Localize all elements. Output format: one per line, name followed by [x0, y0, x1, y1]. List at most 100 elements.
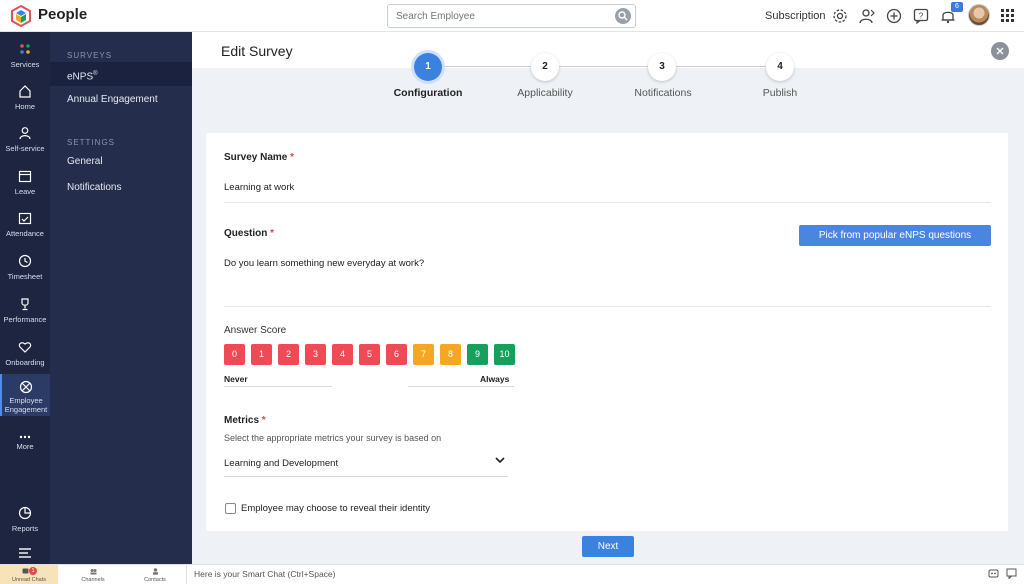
- rail-item-timesheet[interactable]: Timesheet: [0, 248, 50, 288]
- menu-toggle[interactable]: [0, 540, 50, 564]
- clock-icon: [18, 254, 32, 268]
- step-4-circle[interactable]: 4: [766, 53, 794, 81]
- step-4-label[interactable]: Publish: [720, 87, 840, 99]
- stepper-connector: [442, 66, 532, 67]
- rail-label: Timesheet: [7, 272, 43, 281]
- subnav-item-notifications[interactable]: Notifications: [50, 176, 192, 200]
- survey-name-field[interactable]: Learning at work: [224, 182, 294, 193]
- subnav-item-annual-engagement[interactable]: Annual Engagement: [50, 88, 192, 112]
- step-1-label[interactable]: Configuration: [368, 87, 488, 99]
- score-1: 1: [251, 344, 272, 365]
- score-3: 3: [305, 344, 326, 365]
- tab-label: Unread Chats: [12, 577, 46, 583]
- always-caption: Always: [480, 374, 510, 384]
- rail-item-employee-engagement[interactable]: Employee Engagement: [0, 374, 50, 416]
- reveal-identity-label[interactable]: Employee may choose to reveal their iden…: [241, 503, 430, 514]
- user-switch-icon[interactable]: [859, 8, 875, 24]
- left-rail: Services Home Self-service Leave Attenda…: [0, 32, 50, 564]
- apps-grid-icon[interactable]: [1001, 9, 1015, 23]
- search-icon[interactable]: [615, 8, 631, 24]
- chevron-down-icon[interactable]: [495, 456, 505, 464]
- top-bar: People Subscription ? 6: [0, 0, 1024, 32]
- rail-item-more[interactable]: More: [0, 424, 50, 464]
- rail-item-services[interactable]: Services: [0, 36, 50, 76]
- step-2-circle[interactable]: 2: [531, 53, 559, 81]
- score-10: 10: [494, 344, 515, 365]
- rail-item-reports[interactable]: Reports: [0, 500, 50, 540]
- rail-label: Employee Engagement: [4, 396, 48, 414]
- answer-score-label: Answer Score: [224, 325, 287, 336]
- select-underline: [224, 476, 508, 477]
- page-header: [192, 32, 1024, 68]
- rail-label: Reports: [11, 524, 39, 533]
- search-input[interactable]: [388, 5, 598, 27]
- metrics-hint: Select the appropriate metrics your surv…: [224, 433, 442, 443]
- home-icon: [19, 85, 31, 98]
- person-icon: [19, 127, 31, 140]
- rail-item-attendance[interactable]: Attendance: [0, 205, 50, 245]
- pick-popular-questions-button[interactable]: Pick from popular eNPS questions: [799, 225, 991, 246]
- rail-item-onboarding[interactable]: Onboarding: [0, 334, 50, 374]
- metrics-select[interactable]: Learning and Development: [224, 458, 338, 469]
- unread-chats-tab[interactable]: 1 Unread Chats: [0, 565, 58, 584]
- rail-item-performance[interactable]: Performance: [0, 291, 50, 331]
- score-2: 2: [278, 344, 299, 365]
- calendar-icon: [18, 170, 32, 183]
- page-title: Edit Survey: [221, 43, 293, 59]
- step-2-label[interactable]: Applicability: [485, 87, 605, 99]
- settings-icon[interactable]: [832, 8, 848, 24]
- contacts-tab[interactable]: Contacts: [124, 565, 186, 584]
- sub-navigation: SURVEYS eNPS® Annual Engagement SETTINGS…: [50, 32, 192, 564]
- never-caption: Never: [224, 374, 248, 384]
- help-icon[interactable]: ?: [913, 8, 929, 24]
- trophy-icon: [21, 298, 29, 311]
- user-avatar[interactable]: [968, 4, 990, 26]
- bot-icon[interactable]: [988, 568, 999, 579]
- rail-label: Onboarding: [5, 358, 45, 367]
- rail-label: Self-service: [5, 144, 45, 153]
- step-3-circle[interactable]: 3: [648, 53, 676, 81]
- rail-item-leave[interactable]: Leave: [0, 163, 50, 203]
- smart-chat-input[interactable]: Here is your Smart Chat (Ctrl+Space): [186, 564, 976, 584]
- hamburger-icon: [19, 548, 31, 558]
- attendance-icon: [18, 212, 32, 225]
- reports-icon: [18, 506, 32, 520]
- reveal-identity-checkbox[interactable]: [225, 503, 236, 514]
- rail-item-home[interactable]: Home: [0, 78, 50, 118]
- question-field[interactable]: Do you learn something new everyday at w…: [224, 258, 424, 269]
- app-brand: People: [38, 6, 88, 23]
- subnav-item-general[interactable]: General: [50, 150, 192, 174]
- subscription-link[interactable]: Subscription: [765, 10, 826, 22]
- unread-count-badge: 1: [29, 567, 37, 575]
- channels-tab[interactable]: Channels: [62, 565, 124, 584]
- subnav-item-enps[interactable]: eNPS®: [50, 62, 192, 86]
- subnav-label: Notifications: [67, 182, 122, 193]
- rail-item-self-service[interactable]: Self-service: [0, 120, 50, 160]
- section-heading-settings: SETTINGS: [67, 138, 116, 147]
- services-icon: [20, 44, 30, 54]
- message-icon[interactable]: [1006, 568, 1017, 579]
- survey-name-label: Survey Name *: [224, 152, 295, 163]
- score-8: 8: [440, 344, 461, 365]
- channels-icon: [90, 569, 97, 575]
- next-button[interactable]: Next: [582, 536, 634, 557]
- contacts-icon: [153, 568, 158, 575]
- tab-label: Channels: [81, 577, 105, 583]
- step-1-circle[interactable]: 1: [414, 53, 442, 81]
- engagement-icon: [19, 380, 33, 394]
- score-7: 7: [413, 344, 434, 365]
- stepper-connector: [676, 66, 766, 67]
- search-box: [387, 4, 636, 28]
- survey-form-card: [206, 133, 1008, 531]
- rail-label: Leave: [14, 187, 36, 196]
- people-logo-icon[interactable]: [10, 5, 32, 27]
- step-3-label[interactable]: Notifications: [603, 87, 723, 99]
- rail-label: Performance: [3, 315, 47, 324]
- close-icon[interactable]: [991, 42, 1009, 60]
- rail-label: Services: [10, 60, 40, 69]
- onboarding-icon: [18, 342, 32, 353]
- score-0: 0: [224, 344, 245, 365]
- section-heading-surveys: SURVEYS: [67, 51, 113, 60]
- add-icon[interactable]: [886, 8, 902, 24]
- rail-label: More: [16, 442, 34, 451]
